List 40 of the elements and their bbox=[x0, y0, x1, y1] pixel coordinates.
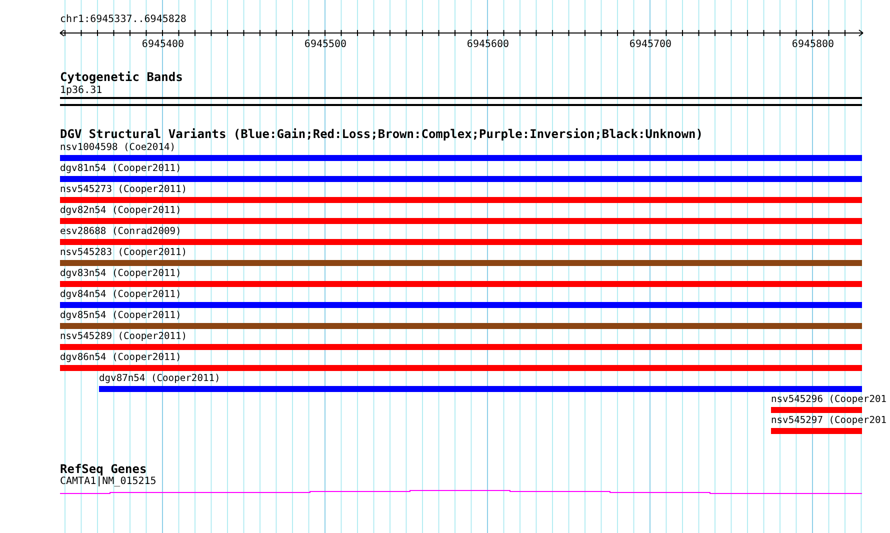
feature-label: dgv85n54 (Cooper2011) bbox=[60, 309, 182, 322]
variant-bar[interactable] bbox=[60, 323, 862, 329]
feature-label: esv28688 (Conrad2009) bbox=[60, 225, 182, 238]
variant-bar[interactable] bbox=[771, 407, 862, 413]
feature-label: dgv87n54 (Cooper2011) bbox=[99, 372, 220, 385]
feature-label: dgv83n54 (Cooper2011) bbox=[60, 267, 182, 280]
tick-label: 6945800 bbox=[792, 38, 834, 51]
feature-label: nsv545273 (Cooper2011) bbox=[60, 183, 188, 196]
tick-label: 6945600 bbox=[466, 38, 510, 51]
variant-bar[interactable] bbox=[60, 218, 862, 224]
variant-bar[interactable] bbox=[60, 302, 862, 308]
variant-bar[interactable] bbox=[99, 386, 862, 392]
gene-model-line[interactable] bbox=[60, 490, 862, 494]
feature-label: dgv81n54 (Cooper2011) bbox=[60, 162, 182, 175]
feature-label: nsv1004598 (Coe2014) bbox=[60, 141, 176, 154]
variant-bar[interactable] bbox=[60, 176, 862, 182]
variant-bar[interactable] bbox=[60, 260, 862, 266]
variant-bar[interactable] bbox=[60, 155, 862, 161]
variant-bar[interactable] bbox=[60, 281, 862, 287]
tick-label: 6945400 bbox=[142, 38, 184, 51]
feature-label: nsv545283 (Cooper2011) bbox=[60, 246, 188, 259]
track-title: DGV Structural Variants (Blue:Gain;Red:Loss;Brown:Complex;Purple:Inversion;Black:Unknown) bbox=[60, 128, 704, 141]
feature-label: nsv545289 (Cooper2011) bbox=[60, 330, 188, 343]
track-title: RefSeq Genes bbox=[60, 463, 148, 476]
feature-label: dgv84n54 (Cooper2011) bbox=[60, 288, 182, 301]
location-label: chr1:6945337..6945828 bbox=[60, 14, 186, 25]
variant-bar[interactable] bbox=[771, 428, 862, 434]
variant-bar[interactable] bbox=[60, 344, 862, 350]
variant-bar[interactable] bbox=[60, 239, 862, 245]
feature-label: dgv86n54 (Cooper2011) bbox=[60, 351, 182, 364]
band-label: 1p36.31 bbox=[60, 84, 104, 97]
tick-label: 6945700 bbox=[629, 38, 672, 51]
feature-label: nsv545297 (Cooper201 bbox=[771, 414, 887, 427]
track-title: Cytogenetic Bands bbox=[60, 71, 184, 84]
variant-bar[interactable] bbox=[60, 197, 862, 203]
gene-label: CAMTA1|NM_015215 bbox=[60, 476, 158, 488]
feature-label: nsv545296 (Cooper201 bbox=[771, 393, 887, 406]
feature-label: dgv82n54 (Cooper2011) bbox=[60, 204, 182, 217]
tick-label: 6945500 bbox=[304, 38, 347, 51]
variant-bar[interactable] bbox=[60, 365, 862, 371]
